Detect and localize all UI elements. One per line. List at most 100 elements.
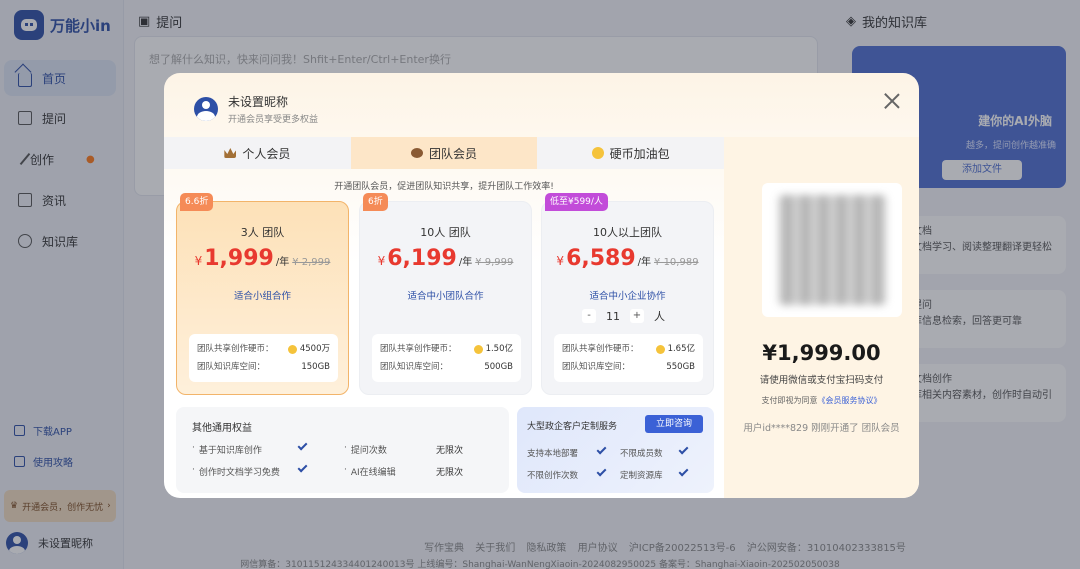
price-value: 1,999 [204,246,274,271]
plan-quota: 团队共享创作硬币： 4500万 团队知识库空间： 150GB [189,334,338,382]
plan-price: ¥1,999/年 ¥ 2,999 [177,246,348,271]
tab-team[interactable]: 团队会员 [350,137,538,169]
space-value: 550GB [666,362,695,372]
price-value: 6,199 [387,246,457,271]
payment-hint: 请使用微信或支付宝扫码支付 [759,375,884,386]
plan-price: ¥6,199/年 ¥ 9,999 [360,246,531,271]
price-unit: /年 [637,257,652,268]
discount-badge: 6折 [363,193,388,211]
space-label: 团队知识库空间： [380,362,449,372]
discount-badge: 6.6折 [180,193,214,211]
plans-panel: 个人会员 团队会员 硬币加油包 开通团队会员，促进团队知识共享，提升团队工作效率… [164,137,725,498]
crown-icon [224,148,237,158]
plan-fit: 适合中小团队合作 [407,291,484,302]
member-unit: 人 [654,310,665,323]
plan-quota: 团队共享创作硬币： 1.65亿 团队知识库空间： 550GB [554,334,703,382]
original-price: ¥ 9,999 [475,257,514,268]
check-icon [678,466,689,477]
coin-icon [473,344,483,354]
agreement-text: 支付即视为同意《会员服务协议》 [724,395,919,406]
price-value: 6,589 [566,246,636,271]
coins-value: 4500万 [299,344,330,354]
original-price: ¥ 10,989 [654,257,699,268]
recent-purchase-ticker: 用户id****829 刚刚开通了 团队会员 [743,423,900,434]
member-count-value[interactable]: 11 [606,310,620,323]
check-icon [297,440,308,451]
benefit-label: 基于知识库创作 [198,446,262,456]
benefit-item: · AI在线编辑 [344,465,396,478]
decrement-button[interactable]: - [582,309,596,323]
general-benefits: 其他通用权益 · 基于知识库创作 · 提问次数 无限次 · 创作时文档学习免费 · AI… [176,407,509,493]
plan-fit: 适合中小企业协作 [589,291,666,302]
membership-modal: 未设置昵称 开通会员享受更多权益 个人会员 团队会员 硬币加油包 开通团队会员，… [164,73,919,498]
plan-card-10-plus[interactable]: 低至¥599/人 10人以上团队 ¥6,589/年 ¥ 10,989 适合中小企业… [541,193,714,395]
modal-subtitle: 开通会员享受更多权益 [228,115,319,125]
coins-value: 1.50亿 [485,344,513,354]
agreement-prefix: 支付即视为同意 [761,396,818,405]
tab-coin-pack[interactable]: 硬币加油包 [537,137,725,169]
check-icon [596,466,607,477]
benefit-label: 提问次数 [350,446,387,456]
enterprise-item: 不限创作次数 [527,471,579,481]
modal-username: 未设置昵称 [228,95,289,109]
coins-label: 团队共享创作硬币： [380,344,457,354]
consult-button[interactable]: 立即咨询 [645,415,703,433]
member-count-stepper: - 11 + 人 [582,308,665,324]
coin-icon [287,344,297,354]
benefits-title: 其他通用权益 [192,423,252,434]
team-slogan: 开通团队会员，促进团队知识共享，提升团队工作效率! [334,182,554,192]
discount-badge: 低至¥599/人 [545,193,608,211]
plan-card-10-person[interactable]: 6折 10人 团队 ¥6,199/年 ¥ 9,999 适合中小团队合作 团队共享创… [359,193,532,395]
enterprise-item: 定制资源库 [620,471,663,481]
original-price: ¥ 2,999 [292,257,331,268]
space-label: 团队知识库空间： [197,362,266,372]
plan-name: 10人 团队 [420,226,471,239]
tab-label: 硬币加油包 [609,146,670,161]
enterprise-item: 不限成员数 [620,449,663,459]
coin-icon [655,344,665,354]
plan-price: ¥6,589/年 ¥ 10,989 [542,246,713,271]
tab-label: 团队会员 [429,146,478,161]
space-value: 150GB [301,362,330,372]
coins-label: 团队共享创作硬币： [562,344,639,354]
benefit-item: · 创作时文档学习免费 [192,465,280,478]
benefit-value: 无限次 [436,446,464,456]
currency-symbol: ¥ [194,254,203,268]
team-icon [411,148,423,158]
coins-value: 1.65亿 [667,344,695,354]
price-unit: /年 [275,257,290,268]
check-icon [297,462,308,473]
plan-fit: 适合小组合作 [233,291,291,302]
price-unit: /年 [458,257,473,268]
check-icon [596,444,607,455]
service-agreement-link[interactable]: 《会员服务协议》 [818,396,882,405]
modal-user-header: 未设置昵称 开通会员享受更多权益 [194,93,318,125]
enterprise-service: 大型政企客户定制服务 立即咨询 支持本地部署 不限成员数 不限创作次数 定制资源… [517,407,714,493]
check-icon [678,444,689,455]
space-label: 团队知识库空间： [562,362,631,372]
coin-icon [591,147,604,159]
membership-tabs: 个人会员 团队会员 硬币加油包 [164,137,725,169]
benefit-item: · 提问次数 [344,443,387,456]
enterprise-item: 支持本地部署 [527,449,579,459]
benefit-item: · 基于知识库创作 [192,443,262,456]
currency-symbol: ¥ [377,254,386,268]
tab-label: 个人会员 [242,146,291,161]
plan-quota: 团队共享创作硬币： 1.50亿 团队知识库空间： 500GB [372,334,521,382]
tab-personal[interactable]: 个人会员 [164,137,351,169]
benefit-value: 无限次 [436,468,464,478]
plan-card-3-person[interactable]: 6.6折 3人 团队 ¥1,999/年 ¥ 2,999 适合小组合作 团队共享创作… [176,193,349,395]
enterprise-title: 大型政企客户定制服务 [527,422,618,432]
close-icon[interactable] [884,93,900,109]
currency-symbol: ¥ [556,254,565,268]
plan-name: 3人 团队 [240,226,285,239]
total-amount: ¥1,999.00 [762,341,881,365]
benefit-label: 创作时文档学习免费 [198,468,280,478]
benefit-label: AI在线编辑 [350,468,396,478]
payment-qr-code [778,195,886,305]
plan-name: 10人以上团队 [593,226,662,239]
increment-button[interactable]: + [630,309,644,323]
coins-label: 团队共享创作硬币： [197,344,274,354]
space-value: 500GB [484,362,513,372]
avatar [194,97,218,121]
